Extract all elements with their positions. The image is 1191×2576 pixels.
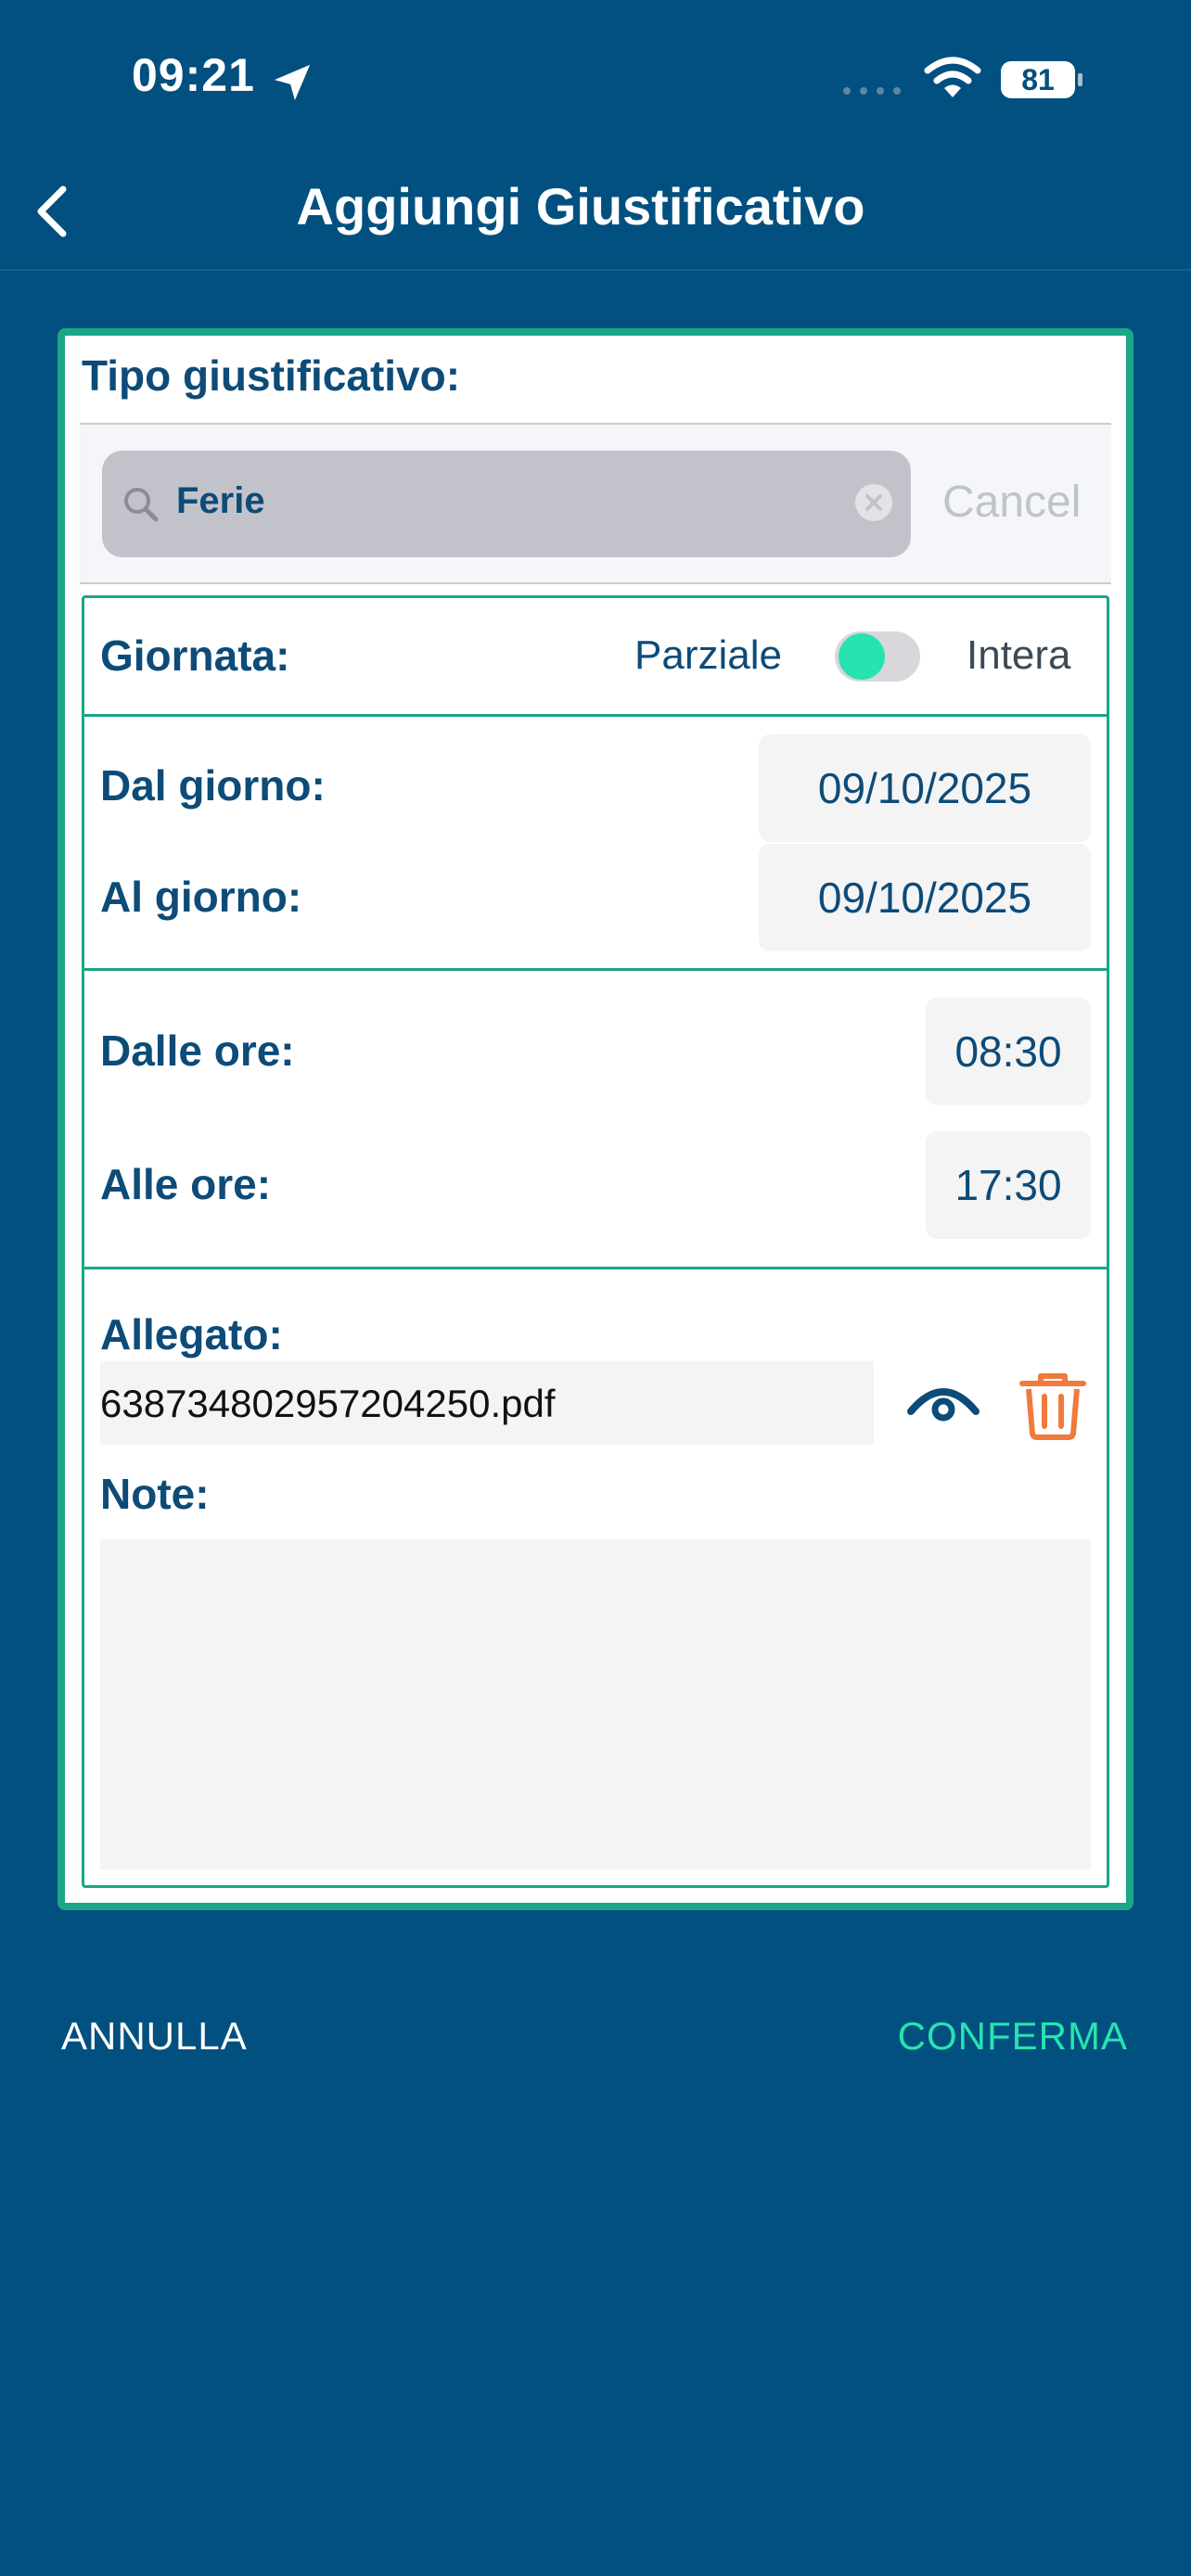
parziale-label: Parziale	[634, 632, 782, 678]
trash-icon[interactable]	[1015, 1367, 1091, 1443]
alle-ore-label: Alle ore:	[100, 1160, 272, 1208]
intera-label: Intera	[967, 632, 1071, 678]
page-title: Aggiungi Giustificativo	[296, 177, 865, 236]
clear-icon[interactable]	[853, 482, 894, 523]
location-arrow-icon	[274, 64, 311, 101]
conferma-button[interactable]: CONFERMA	[898, 2014, 1128, 2059]
search-icon	[124, 488, 159, 522]
tipo-label: Tipo giustificativo:	[82, 351, 461, 400]
wifi-icon	[924, 57, 981, 97]
dal-giorno-label: Dal giorno:	[100, 761, 326, 810]
section-divider	[84, 1267, 1107, 1269]
search-top-divider	[80, 423, 1111, 425]
annulla-button[interactable]: ANNULLA	[61, 2014, 248, 2059]
allegato-label: Allegato:	[100, 1310, 283, 1358]
status-time: 09:21	[132, 49, 255, 101]
search-bottom-divider	[80, 582, 1111, 584]
note-label: Note:	[100, 1470, 210, 1518]
toggle-knob	[839, 633, 885, 680]
giornata-label: Giornata:	[100, 631, 290, 680]
section-divider	[84, 968, 1107, 971]
battery-icon: 81	[1000, 59, 1083, 100]
cellular-signal-icon	[843, 87, 901, 95]
note-textarea[interactable]	[100, 1539, 1091, 1869]
search-value: Ferie	[176, 480, 265, 521]
section-divider	[84, 714, 1107, 717]
dal-giorno-field[interactable]: 09/10/2025	[759, 734, 1091, 842]
battery-level: 81	[1021, 63, 1055, 96]
al-giorno-label: Al giorno:	[100, 873, 302, 921]
al-giorno-field[interactable]: 09/10/2025	[759, 844, 1091, 951]
dalle-ore-field[interactable]: 08:30	[926, 998, 1091, 1105]
alle-ore-field[interactable]: 17:30	[926, 1131, 1091, 1239]
header-divider	[0, 269, 1191, 271]
eye-icon[interactable]	[905, 1374, 981, 1430]
search-cancel-button[interactable]: Cancel	[942, 477, 1081, 528]
attachment-file-name: 638734802957204250.pdf	[100, 1382, 556, 1425]
dalle-ore-label: Dalle ore:	[100, 1027, 295, 1075]
